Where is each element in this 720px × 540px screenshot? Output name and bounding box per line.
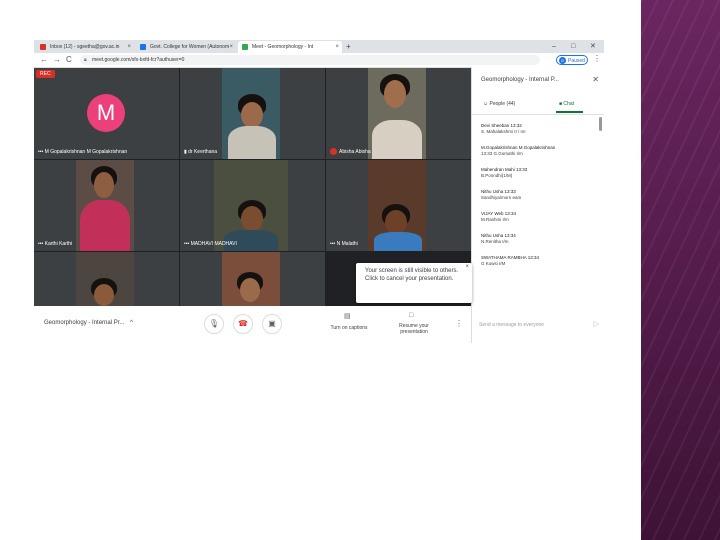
- divider: [472, 114, 604, 115]
- tab-meet[interactable]: Meet - Geomorphology - Int ×: [238, 41, 342, 53]
- participant-name: Abisha Abisha: [330, 148, 371, 155]
- slide-decoration-band: [641, 0, 720, 540]
- tab-label: Meet - Geomorphology - Int: [252, 44, 314, 50]
- meeting-controls-bar: Geomorphology - Internal Pr... ^ 🎙︎ ☎︎ ▣…: [34, 306, 471, 343]
- new-tab-button[interactable]: +: [346, 40, 351, 53]
- participant-video: [222, 252, 280, 306]
- recording-badge: REC: [36, 70, 55, 78]
- participant-name: ••• MADHAVI MADHAVI: [184, 241, 237, 247]
- participant-tile[interactable]: Abisha Abisha: [326, 68, 471, 159]
- browser-menu-button[interactable]: ⋮: [593, 54, 601, 63]
- participant-name: ••• N Malathi: [330, 241, 358, 247]
- chat-message: VIJAY Web 13:34 M.Rashmi I/m: [481, 211, 517, 222]
- chat-panel: Geomorphology - Internal P... ✕ ☺︎ Peopl…: [471, 67, 604, 343]
- meeting-details-button[interactable]: Geomorphology - Internal Pr... ^: [44, 320, 133, 326]
- active-tab-indicator: [556, 111, 583, 113]
- chat-message: Nithu Usha 13:34 N.Renitha I/m: [481, 233, 516, 244]
- close-window-button[interactable]: ✕: [590, 40, 596, 53]
- meet-icon: [242, 44, 248, 50]
- more-dots-icon: •••: [330, 241, 337, 247]
- tab-label: Govt. College for Women (Autonom: [150, 44, 230, 50]
- screenshot-window: Inbox (12) - sgeetha@gov.ac.in × Govt. C…: [34, 40, 604, 343]
- camera-icon: ▣: [268, 319, 276, 328]
- more-options-button[interactable]: ⋮: [455, 319, 463, 328]
- close-icon[interactable]: ×: [335, 41, 339, 53]
- participant-tile[interactable]: [34, 252, 179, 306]
- participant-name: ••• M Gopalakrishnan M Gopalakrishnan: [38, 149, 128, 155]
- tab-gmail[interactable]: Inbox (12) - sgeetha@gov.ac.in ×: [36, 41, 134, 53]
- chat-message-list: Devi Sheeban 13:32 S. Mahalakshmi II / nn…: [481, 123, 593, 277]
- participant-video: [214, 160, 288, 251]
- microphone-button[interactable]: 🎙︎: [204, 314, 224, 334]
- chat-scrollbar[interactable]: [599, 117, 602, 131]
- tab-people[interactable]: ☺︎ People (44): [483, 101, 515, 107]
- reload-button[interactable]: C: [66, 54, 72, 66]
- participant-tile[interactable]: ▮ dr Keerthana: [180, 68, 325, 159]
- mic-off-icon: [330, 148, 337, 155]
- lock-icon: 🔒︎: [84, 57, 87, 63]
- captions-button[interactable]: Turn on captions: [319, 325, 379, 331]
- present-screen-icon: □: [409, 312, 414, 319]
- participant-tile[interactable]: ••• N Malathi: [326, 160, 471, 251]
- meeting-title: Geomorphology - Internal Pr...: [44, 320, 125, 326]
- website-icon: [140, 44, 146, 50]
- participant-tile[interactable]: M ••• M Gopalakrishnan M Gopalakrishnan: [34, 68, 179, 159]
- url-text: meet.google.com/sfs-bxfd-fcr?authuser=0: [92, 57, 185, 63]
- tab-label: Inbox (12) - sgeetha@gov.ac.in: [50, 44, 120, 50]
- close-icon[interactable]: ×: [465, 264, 469, 272]
- browser-toolbar: ← → C 🔒︎ meet.google.com/sfs-bxfd-fcr?au…: [34, 53, 604, 68]
- avatar: G: [559, 57, 566, 64]
- chat-message: Mahendran Mahi 13:33 B.Ponndhi(1/M): [481, 167, 528, 178]
- chevron-up-icon: ^: [130, 320, 133, 326]
- participant-tile[interactable]: ••• MADHAVI MADHAVI: [180, 160, 325, 251]
- participant-tile[interactable]: ••• Karthi Karthi: [34, 160, 179, 251]
- participant-name: ••• Karthi Karthi: [38, 241, 73, 247]
- participant-video: [222, 68, 280, 159]
- gmail-icon: [40, 44, 46, 50]
- minimize-button[interactable]: –: [552, 40, 556, 53]
- participant-video: [368, 160, 426, 251]
- chat-message: SWATHAMA RAMBHA 13:34 G Kowsi I/M: [481, 255, 540, 266]
- maximize-button[interactable]: □: [571, 40, 575, 53]
- forward-button[interactable]: →: [53, 54, 61, 66]
- profile-status: Paused: [568, 58, 585, 64]
- presentation-warning-tooltip[interactable]: Your screen is still visible to others. …: [356, 263, 472, 303]
- participant-name: ▮ dr Keerthana: [184, 149, 218, 155]
- leave-call-button[interactable]: ☎︎: [233, 314, 253, 334]
- more-dots-icon: •••: [38, 149, 45, 155]
- chat-message: Devi Sheeban 13:32 S. Mahalakshmi II / nn: [481, 123, 526, 134]
- participant-tile[interactable]: [180, 252, 325, 306]
- send-icon[interactable]: ▷: [594, 320, 599, 328]
- hang-up-icon: ☎︎: [238, 319, 248, 328]
- close-icon[interactable]: ×: [127, 41, 131, 53]
- chat-message-input[interactable]: Send a message to everyone: [479, 322, 544, 328]
- microphone-icon: 🎙︎: [208, 319, 220, 328]
- resume-presentation-button[interactable]: Resume your presentation: [389, 323, 439, 335]
- camera-button[interactable]: ▣: [262, 314, 282, 334]
- tab-chat[interactable]: ■ Chat: [559, 101, 574, 107]
- captions-icon: ▤: [344, 313, 351, 320]
- participant-video: [76, 252, 134, 306]
- participant-video: [368, 68, 426, 159]
- tooltip-text: Your screen is still visible to others. …: [365, 268, 459, 282]
- more-dots-icon: •••: [184, 241, 191, 247]
- browser-tab-strip: Inbox (12) - sgeetha@gov.ac.in × Govt. C…: [34, 40, 604, 53]
- profile-button[interactable]: G Paused: [556, 55, 588, 65]
- panel-title: Geomorphology - Internal P...: [481, 77, 559, 83]
- close-panel-button[interactable]: ✕: [592, 75, 599, 84]
- tab-college[interactable]: Govt. College for Women (Autonom ×: [136, 41, 236, 53]
- more-dots-icon: •••: [38, 241, 45, 247]
- close-icon[interactable]: ×: [229, 41, 233, 53]
- back-button[interactable]: ←: [40, 54, 48, 66]
- chat-message: M.Gopalakrishnan M.Gopalakrishnan 13:33 G…: [481, 145, 556, 156]
- participant-video: [76, 160, 134, 251]
- avatar: M: [87, 94, 125, 132]
- chat-message: Nithu Usha 13:33 Sandhiya/morn eam: [481, 189, 522, 200]
- address-bar[interactable]: 🔒︎ meet.google.com/sfs-bxfd-fcr?authuser…: [80, 55, 540, 65]
